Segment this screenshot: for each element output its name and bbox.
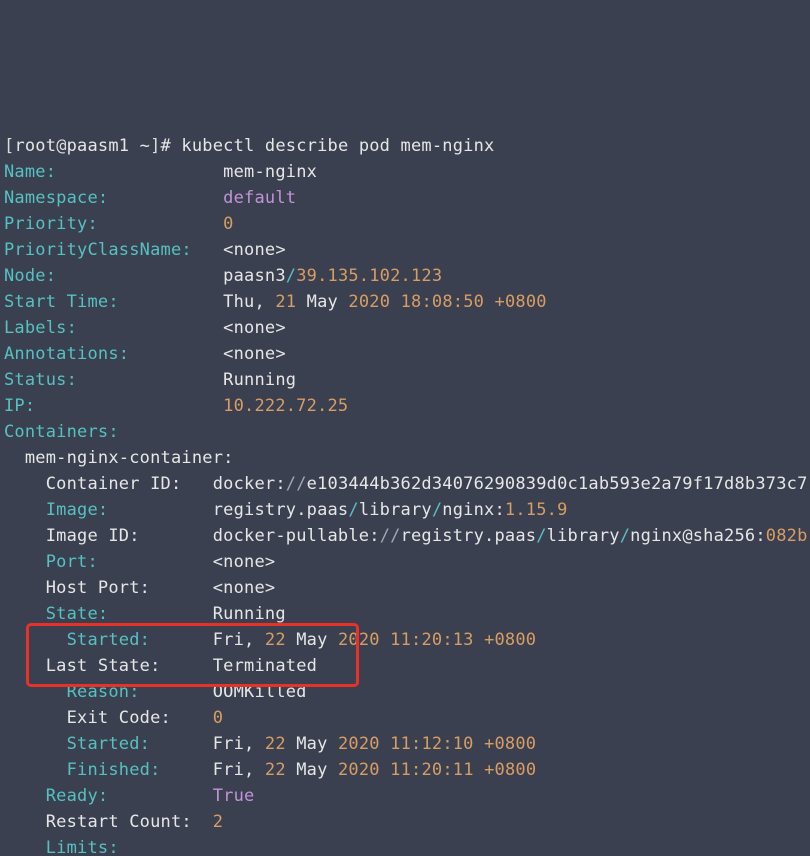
start-mon: May bbox=[307, 292, 338, 312]
label-started-1: Started: bbox=[67, 630, 150, 650]
imgid-p1: library bbox=[547, 526, 620, 546]
prompt-line: [root@paasm1 ~]# kubectl describe pod me… bbox=[4, 133, 806, 159]
label-priority: Priority: bbox=[4, 214, 98, 234]
label-containers: Containers: bbox=[4, 422, 119, 442]
imgid-s2: / bbox=[620, 526, 630, 546]
label-ip: IP: bbox=[4, 396, 35, 416]
label-image-id: Image ID: bbox=[46, 526, 140, 546]
s2-d: 22 bbox=[265, 734, 286, 754]
value-hostport: <none> bbox=[213, 578, 276, 598]
label-name: Name: bbox=[4, 162, 56, 182]
value-ready: True bbox=[213, 786, 255, 806]
s1-t: 11:20:13 bbox=[390, 630, 473, 650]
f-d: 22 bbox=[265, 760, 286, 780]
f-dw: Fri, bbox=[213, 760, 255, 780]
s1-y: 2020 bbox=[338, 630, 380, 650]
value-namespace: default bbox=[223, 188, 296, 208]
img-s1: / bbox=[348, 500, 358, 520]
label-priorityclassname: PriorityClassName: bbox=[4, 240, 192, 260]
label-ready: Ready: bbox=[46, 786, 109, 806]
label-started-2: Started: bbox=[67, 734, 150, 754]
s1-d: 22 bbox=[265, 630, 286, 650]
prompt-command: kubectl describe pod mem-nginx bbox=[181, 136, 494, 156]
value-port: <none> bbox=[213, 552, 276, 572]
start-d: 21 bbox=[275, 292, 296, 312]
f-mon: May bbox=[296, 760, 327, 780]
prompt-cwd: ~ bbox=[140, 136, 150, 156]
s2-tz: +0800 bbox=[484, 734, 536, 754]
value-name: mem-nginx bbox=[223, 162, 317, 182]
imgid-p2: nginx@sha256: bbox=[630, 526, 766, 546]
value-node-ip: 39.135.102.123 bbox=[296, 266, 442, 286]
value-exitcode: 0 bbox=[213, 708, 223, 728]
label-state: State: bbox=[46, 604, 109, 624]
img-p2: nginx: bbox=[442, 500, 505, 520]
imgid-d: 082b bbox=[766, 526, 808, 546]
s2-dw: Fri, bbox=[213, 734, 255, 754]
value-reason: OOMKilled bbox=[213, 682, 307, 702]
prompt-host: paasm1 bbox=[67, 136, 130, 156]
value-annotations: <none> bbox=[223, 344, 286, 364]
value-node-name: paasn3 bbox=[223, 266, 286, 286]
label-finished: Finished: bbox=[67, 760, 161, 780]
start-t: 18:08:50 bbox=[401, 292, 484, 312]
f-tz: +0800 bbox=[484, 760, 536, 780]
label-reason: Reason: bbox=[67, 682, 140, 702]
value-laststate: Terminated bbox=[213, 656, 317, 676]
start-tz: +0800 bbox=[495, 292, 547, 312]
label-namespace: Namespace: bbox=[4, 188, 108, 208]
prompt-symbol: # bbox=[161, 136, 171, 156]
value-ip: 10.222.72.25 bbox=[223, 396, 348, 416]
value-restart: 2 bbox=[213, 812, 223, 832]
node-sep: / bbox=[286, 266, 296, 286]
label-node: Node: bbox=[4, 266, 56, 286]
start-dw: Thu, bbox=[223, 292, 265, 312]
label-laststate: Last State: bbox=[46, 656, 161, 676]
s2-mon: May bbox=[296, 734, 327, 754]
prompt-user: root bbox=[14, 136, 56, 156]
imgid-s1: / bbox=[536, 526, 546, 546]
s1-dw: Fri, bbox=[213, 630, 255, 650]
imgid-s: // bbox=[380, 526, 401, 546]
imgid-repo: registry.paas bbox=[401, 526, 537, 546]
cid-slashes: // bbox=[286, 474, 307, 494]
label-image: Image: bbox=[46, 500, 109, 520]
imgid-scheme: docker-pullable: bbox=[213, 526, 380, 546]
value-labels: <none> bbox=[223, 318, 286, 338]
cid-scheme: docker: bbox=[213, 474, 286, 494]
label-labels: Labels: bbox=[4, 318, 77, 338]
s1-mon: May bbox=[296, 630, 327, 650]
terminal-output: [root@paasm1 ~]# kubectl describe pod me… bbox=[0, 104, 810, 856]
f-y: 2020 bbox=[338, 760, 380, 780]
f-t: 11:20:11 bbox=[390, 760, 473, 780]
value-status: Running bbox=[223, 370, 296, 390]
value-container-id: e103444b362d34076290839d0c1ab593e2a79f17… bbox=[307, 474, 808, 494]
label-container-id: Container ID: bbox=[46, 474, 182, 494]
label-exitcode: Exit Code: bbox=[67, 708, 171, 728]
value-priority: 0 bbox=[223, 214, 233, 234]
label-starttime: Start Time: bbox=[4, 292, 119, 312]
start-y: 2020 bbox=[348, 292, 390, 312]
img-repo: registry.paas bbox=[213, 500, 349, 520]
img-s2: / bbox=[432, 500, 442, 520]
container-header: mem-nginx-container: bbox=[25, 448, 234, 468]
img-p1: library bbox=[359, 500, 432, 520]
value-image-tag: 1.15.9 bbox=[505, 500, 568, 520]
s2-t: 11:12:10 bbox=[390, 734, 473, 754]
label-annotations: Annotations: bbox=[4, 344, 129, 364]
label-status: Status: bbox=[4, 370, 77, 390]
label-hostport: Host Port: bbox=[46, 578, 150, 598]
label-limits: Limits: bbox=[46, 838, 119, 856]
value-priorityclassname: <none> bbox=[223, 240, 286, 260]
label-port: Port: bbox=[46, 552, 98, 572]
s1-tz: +0800 bbox=[484, 630, 536, 650]
s2-y: 2020 bbox=[338, 734, 380, 754]
label-restart: Restart Count: bbox=[46, 812, 192, 832]
value-state: Running bbox=[213, 604, 286, 624]
